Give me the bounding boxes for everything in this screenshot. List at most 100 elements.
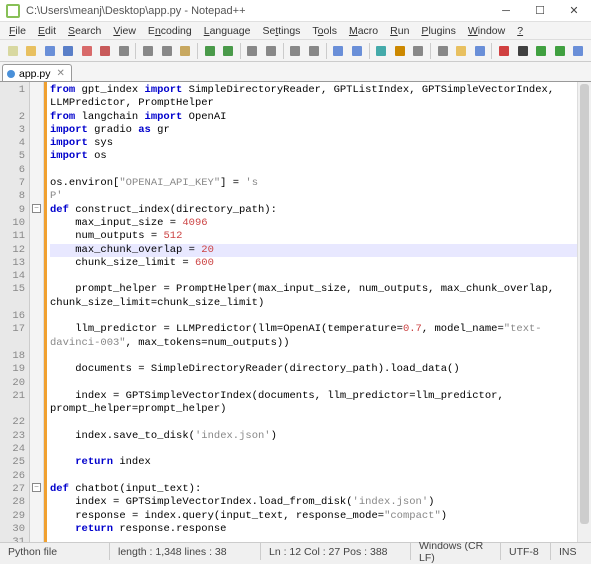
menu-edit[interactable]: Edit xyxy=(33,24,61,38)
play-icon[interactable] xyxy=(532,42,549,60)
code-line[interactable] xyxy=(50,443,591,456)
open-icon[interactable] xyxy=(22,42,39,60)
sync-h-icon[interactable] xyxy=(348,42,365,60)
code-line[interactable]: index = GPTSimpleVectorIndex.load_from_d… xyxy=(50,496,591,509)
close-all-icon[interactable] xyxy=(96,42,113,60)
code-line[interactable]: import os xyxy=(50,150,591,163)
menu-window[interactable]: Window xyxy=(463,24,510,38)
line-number: 4 xyxy=(2,137,25,150)
vertical-scrollbar[interactable] xyxy=(577,82,591,542)
change-marker xyxy=(44,82,47,542)
editor-area: 1234567891011121314151617181920212223242… xyxy=(0,82,591,542)
menu-help[interactable]: ? xyxy=(512,24,528,38)
line-number: 26 xyxy=(2,470,25,483)
zoom-in-icon[interactable] xyxy=(287,42,304,60)
status-eol[interactable]: Windows (CR LF) xyxy=(411,543,501,560)
code-line[interactable]: llm_predictor = LLMPredictor(llm=OpenAI(… xyxy=(50,323,591,350)
save-icon[interactable] xyxy=(41,42,58,60)
paste-icon[interactable] xyxy=(176,42,193,60)
play-multi-icon[interactable] xyxy=(551,42,568,60)
menubar: FileEditSearchViewEncodingLanguageSettin… xyxy=(0,22,591,40)
scrollbar-thumb[interactable] xyxy=(580,84,589,524)
line-number: 3 xyxy=(2,124,25,137)
line-number-gutter: 1234567891011121314151617181920212223242… xyxy=(0,82,30,542)
folder-icon[interactable] xyxy=(452,42,469,60)
fold-margin: −−− xyxy=(30,82,44,542)
code-line[interactable] xyxy=(50,536,591,542)
code-line[interactable] xyxy=(50,310,591,323)
zoom-out-icon[interactable] xyxy=(305,42,322,60)
status-insert-mode[interactable]: INS xyxy=(551,543,591,560)
code-line[interactable]: index.save_to_disk('index.json') xyxy=(50,430,591,443)
line-number: 6 xyxy=(2,164,25,177)
code-line[interactable]: num_outputs = 512 xyxy=(50,230,591,243)
line-number: 1 xyxy=(2,84,25,111)
undo-icon[interactable] xyxy=(201,42,218,60)
fold-toggle[interactable]: − xyxy=(32,204,41,213)
code-line[interactable] xyxy=(50,164,591,177)
menu-search[interactable]: Search xyxy=(63,24,106,38)
stop-icon[interactable] xyxy=(514,42,531,60)
code-line[interactable] xyxy=(50,470,591,483)
code-line[interactable]: max_chunk_overlap = 20 xyxy=(50,244,591,257)
record-icon[interactable] xyxy=(495,42,512,60)
code-line[interactable]: os.environ["OPENAI_API_KEY"] = 's P' xyxy=(50,177,591,190)
save-macro-icon[interactable] xyxy=(569,42,586,60)
code-line[interactable]: prompt_helper = PromptHelper(max_input_s… xyxy=(50,283,591,310)
find-icon[interactable] xyxy=(244,42,261,60)
status-length: length : 1,348 lines : 38 xyxy=(110,543,261,560)
chars-icon[interactable] xyxy=(391,42,408,60)
replace-icon[interactable] xyxy=(262,42,279,60)
line-number: 5 xyxy=(2,150,25,163)
code-line[interactable]: return response.response xyxy=(50,523,591,536)
menu-macro[interactable]: Macro xyxy=(344,24,383,38)
code-line[interactable]: chunk_size_limit = 600 xyxy=(50,257,591,270)
menu-file[interactable]: File xyxy=(4,24,31,38)
minimize-button[interactable]: ─ xyxy=(489,0,523,22)
code-line[interactable]: max_input_size = 4096 xyxy=(50,217,591,230)
code-line[interactable] xyxy=(50,416,591,429)
code-line[interactable]: def chatbot(input_text): xyxy=(50,483,591,496)
copy-icon[interactable] xyxy=(158,42,175,60)
cut-icon[interactable] xyxy=(139,42,156,60)
code-line[interactable]: return index xyxy=(50,456,591,469)
code-line[interactable]: from gpt_index import SimpleDirectoryRea… xyxy=(50,84,591,111)
menu-language[interactable]: Language xyxy=(199,24,256,38)
menu-view[interactable]: View xyxy=(108,24,141,38)
code-line[interactable] xyxy=(50,350,591,363)
code-line[interactable]: response = index.query(input_text, respo… xyxy=(50,510,591,523)
close-icon[interactable] xyxy=(78,42,95,60)
menu-encoding[interactable]: Encoding xyxy=(143,24,197,38)
code-line[interactable]: documents = SimpleDirectoryReader(direct… xyxy=(50,363,591,376)
fold-toggle[interactable]: − xyxy=(32,483,41,492)
close-button[interactable]: ✕ xyxy=(557,0,591,22)
menu-settings[interactable]: Settings xyxy=(257,24,305,38)
monitor-icon[interactable] xyxy=(471,42,488,60)
print-icon[interactable] xyxy=(115,42,132,60)
line-number: 24 xyxy=(2,443,25,456)
status-encoding[interactable]: UTF-8 xyxy=(501,543,551,560)
redo-icon[interactable] xyxy=(219,42,236,60)
menu-tools[interactable]: Tools xyxy=(307,24,342,38)
menu-plugins[interactable]: Plugins xyxy=(416,24,460,38)
wrap-icon[interactable] xyxy=(373,42,390,60)
new-icon[interactable] xyxy=(4,42,21,60)
lang-icon[interactable] xyxy=(434,42,451,60)
code-line[interactable] xyxy=(50,377,591,390)
code-line[interactable]: def construct_index(directory_path): xyxy=(50,204,591,217)
menu-run[interactable]: Run xyxy=(385,24,414,38)
sync-v-icon[interactable] xyxy=(330,42,347,60)
code-line[interactable]: index = GPTSimpleVectorIndex(documents, … xyxy=(50,390,591,417)
maximize-button[interactable]: ☐ xyxy=(523,0,557,22)
line-number: 31 xyxy=(2,536,25,542)
indent-icon[interactable] xyxy=(410,42,427,60)
code-line[interactable] xyxy=(50,270,591,283)
code-line[interactable]: import gradio as gr xyxy=(50,124,591,137)
save-all-icon[interactable] xyxy=(59,42,76,60)
tab-close-icon[interactable]: ✕ xyxy=(55,68,65,79)
code-line[interactable]: from langchain import OpenAI xyxy=(50,111,591,124)
code-line[interactable] xyxy=(50,190,591,203)
code-editor[interactable]: from gpt_index import SimpleDirectoryRea… xyxy=(44,82,591,542)
tab-app-py[interactable]: app.py ✕ xyxy=(2,64,72,81)
code-line[interactable]: import sys xyxy=(50,137,591,150)
